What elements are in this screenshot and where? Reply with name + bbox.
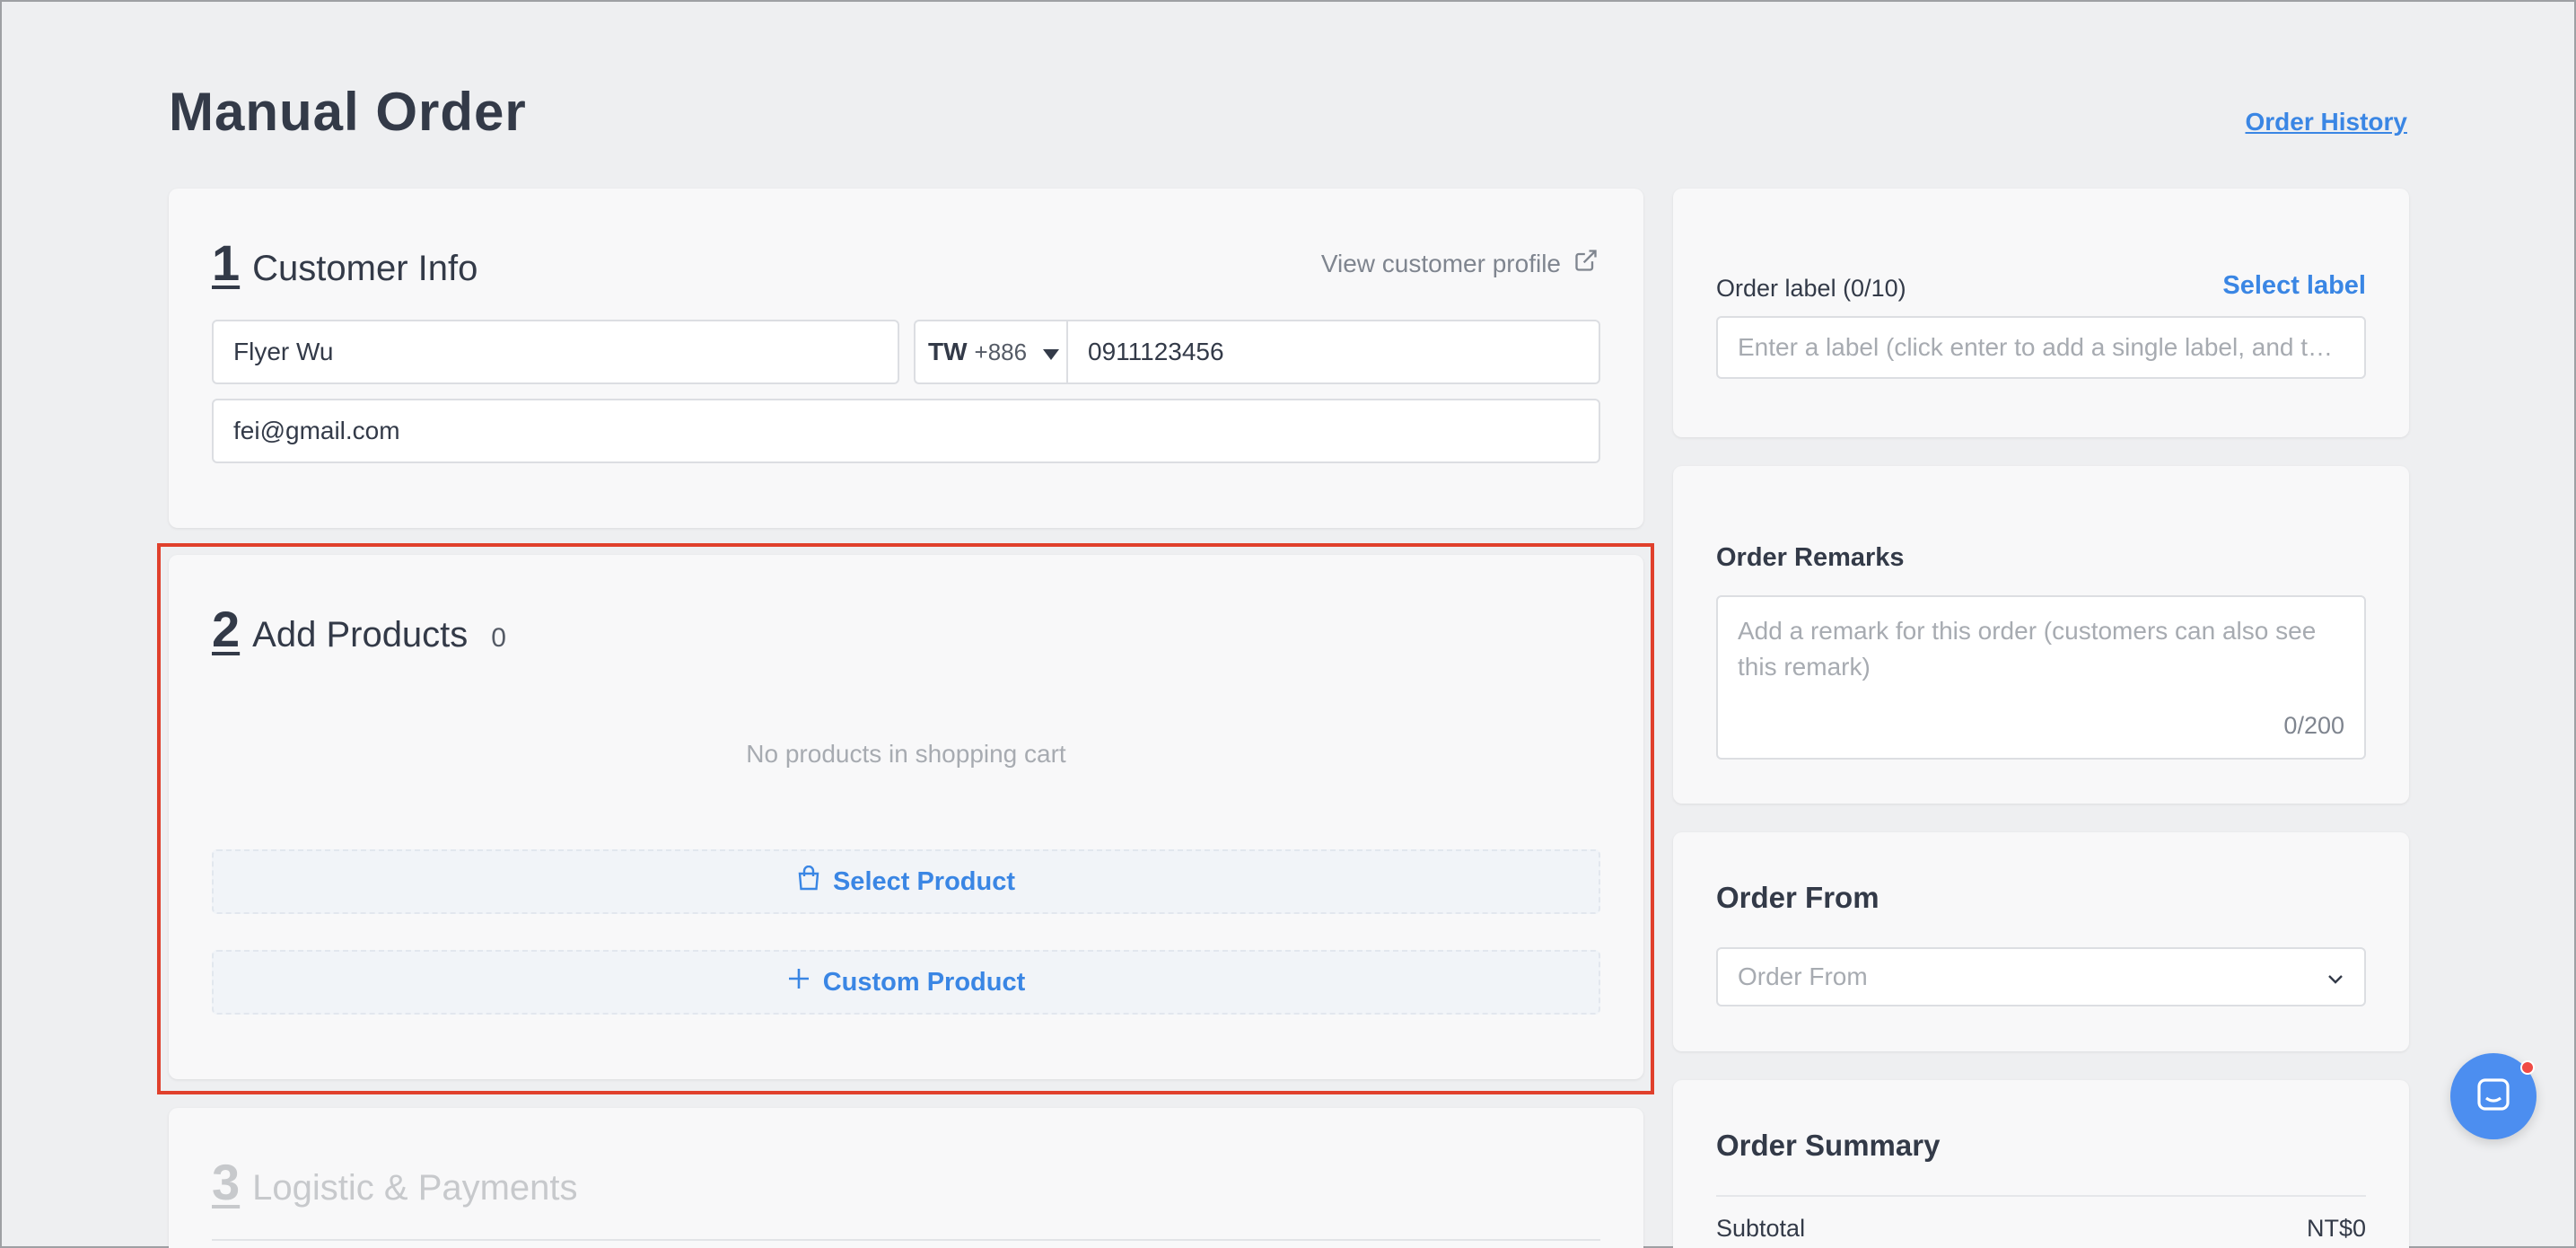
dial-code: +886 [974,338,1028,365]
order-remarks-textarea[interactable]: Add a remark for this order (customers c… [1716,595,2366,760]
order-label-card: Order label (0/10) Select label Enter a … [1673,189,2409,437]
view-customer-profile-link[interactable]: View customer profile [1321,248,1599,279]
phone-value: 0911123456 [1088,338,1224,365]
logistics-field-edge [212,1239,1600,1241]
subtotal-value: NT$0 [2306,1215,2366,1242]
order-label-placeholder: Enter a label (click enter to add a sing… [1738,333,2334,361]
select-label-link[interactable]: Select label [2222,271,2366,301]
external-link-icon [1573,248,1599,279]
order-remarks-placeholder: Add a remark for this order (customers c… [1738,617,2317,681]
chat-widget-button[interactable] [2450,1053,2537,1139]
subtotal-row: Subtotal NT$0 [1716,1215,2366,1243]
section-number: 3 [212,1154,241,1210]
phone-field[interactable]: 0911123456 [1066,320,1600,384]
order-from-card: Order From Order From [1673,832,2409,1051]
chat-icon [2474,1075,2513,1119]
logistics-header: 3 Logistic & Payments [212,1153,578,1211]
view-profile-label: View customer profile [1320,249,1561,277]
order-history-link[interactable]: Order History [2246,108,2408,136]
customer-name-value: Flyer Wu [233,338,334,365]
add-products-highlight [157,543,1654,1094]
order-label-input[interactable]: Enter a label (click enter to add a sing… [1716,316,2366,379]
country-code-select[interactable]: TW +886 [914,320,1068,384]
section-title: Customer Info [252,249,478,288]
chat-notification-dot [2520,1060,2535,1075]
logistics-card: 3 Logistic & Payments [169,1108,1643,1248]
order-from-select[interactable]: Order From [1716,947,2366,1006]
country-code: TW [928,338,968,365]
customer-info-card: 1 Customer Info View customer profile Fl… [169,189,1643,528]
order-from-placeholder: Order From [1738,962,1868,990]
order-from-title: Order From [1716,881,1879,914]
chevron-down-icon [2326,962,2344,991]
summary-divider [1716,1195,2366,1197]
order-remarks-title: Order Remarks [1716,543,1905,572]
email-value: fei@gmail.com [233,417,400,444]
page-title: Manual Order [169,82,527,142]
section-title: Logistic & Payments [252,1168,578,1208]
email-field[interactable]: fei@gmail.com [212,399,1600,463]
order-label-title: Order label (0/10) [1716,275,1906,302]
order-summary-card: Order Summary Subtotal NT$0 [1673,1080,2409,1248]
section-number: 1 [212,234,241,291]
order-remarks-card: Order Remarks Add a remark for this orde… [1673,466,2409,804]
caret-down-icon [1043,338,1060,366]
customer-name-field[interactable]: Flyer Wu [212,320,899,384]
customer-info-header: 1 Customer Info [212,233,478,292]
order-summary-title: Order Summary [1716,1129,1941,1162]
subtotal-label: Subtotal [1716,1215,1806,1242]
remarks-char-counter: 0/200 [2283,712,2344,739]
